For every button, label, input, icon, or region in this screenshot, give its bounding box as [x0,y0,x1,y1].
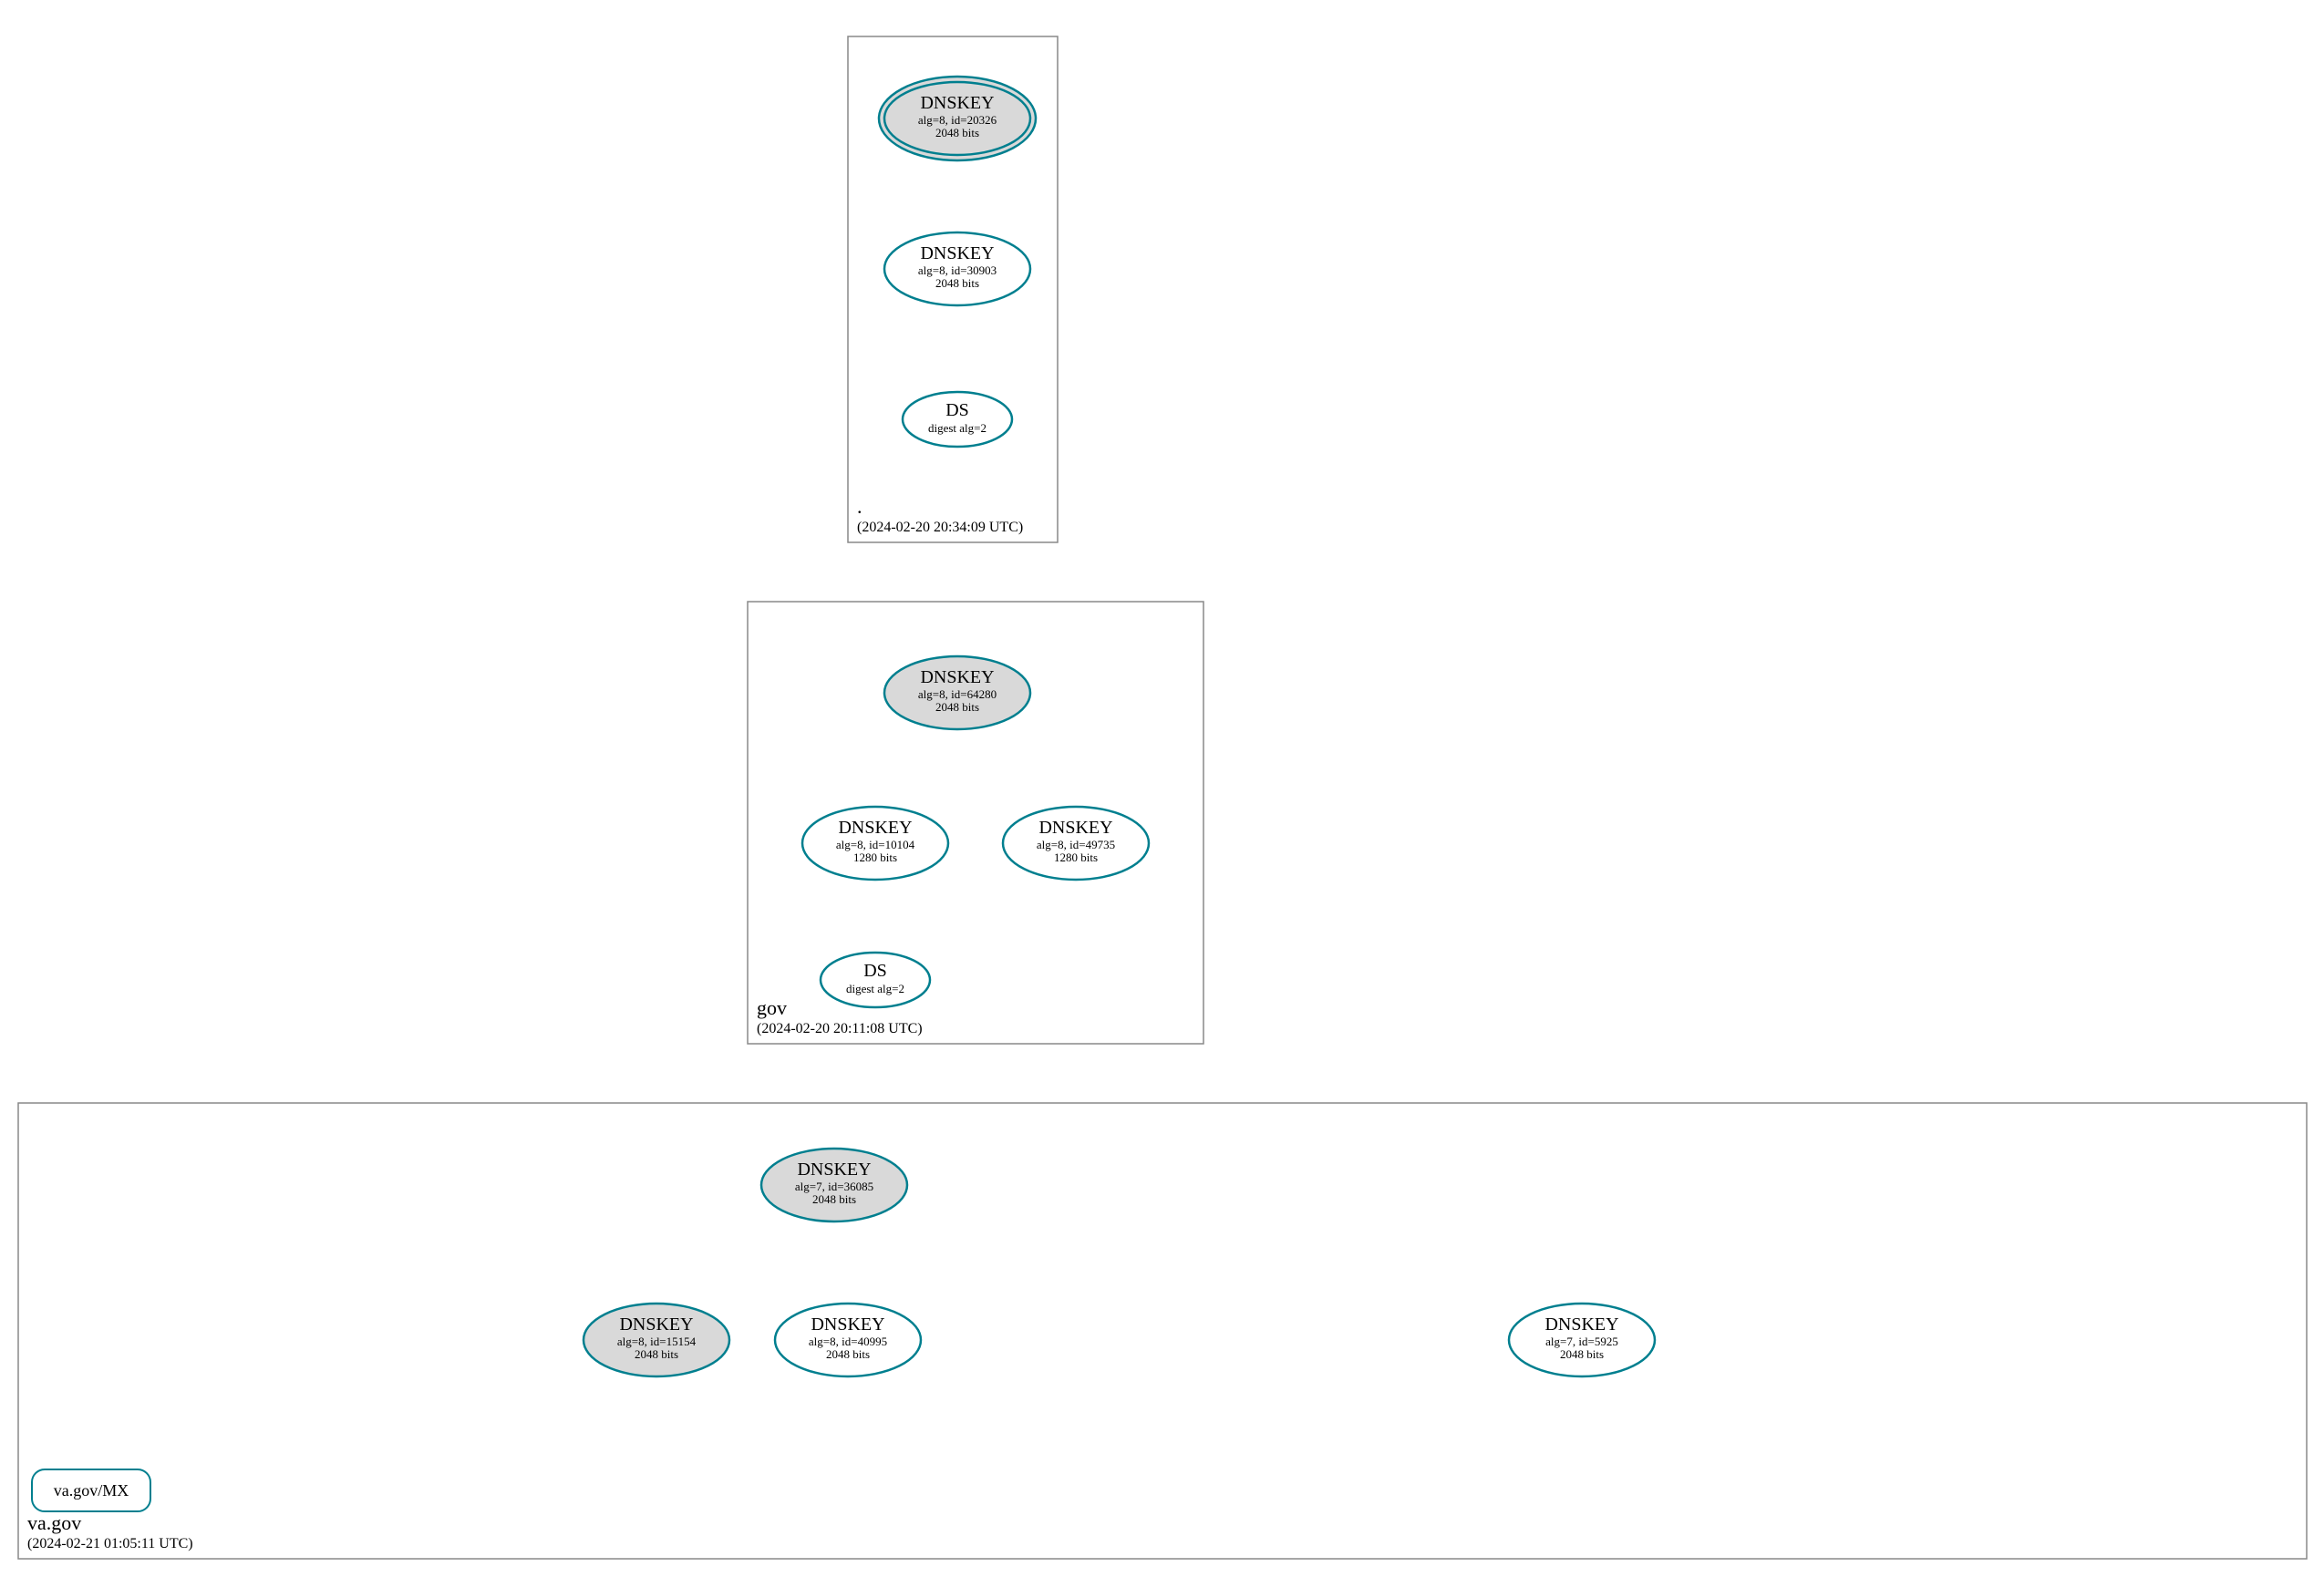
node-line2: alg=8, id=15154 [617,1335,697,1348]
node-line2: alg=7, id=36085 [795,1180,873,1193]
node-line2: alg=7, id=5925 [1545,1335,1618,1348]
node-line3: 2048 bits [635,1347,678,1361]
node-title: DS [863,961,887,981]
node-line3: 2048 bits [826,1347,870,1361]
zone-ts-gov: (2024-02-20 20:11:08 UTC) [757,1021,923,1036]
node-va_ksk[interactable]: DNSKEYalg=7, id=360852048 bits [761,1149,907,1221]
node-line2: digest alg=2 [846,982,904,995]
node-line3: 2048 bits [935,276,979,290]
node-title: DNSKEY [797,1160,871,1180]
node-line3: 2048 bits [935,126,979,139]
node-va_k15154[interactable]: DNSKEYalg=8, id=151542048 bits [584,1304,729,1376]
node-line2: alg=8, id=64280 [918,687,997,701]
zone-label-gov: gov [757,996,787,1019]
node-title: DNSKEY [1038,818,1112,838]
node-title: DNSKEY [920,93,994,113]
node-title: DNSKEY [811,1314,884,1335]
node-root_zsk[interactable]: DNSKEYalg=8, id=309032048 bits [884,232,1030,305]
node-title: DNSKEY [920,667,994,687]
node-line2: alg=8, id=40995 [809,1335,887,1348]
node-line2: alg=8, id=20326 [918,113,997,127]
dnssec-graph: DNSKEYalg=8, id=203262048 bitsDNSKEYalg=… [0,0,2324,1577]
zone-label-vagov: va.gov [27,1511,81,1534]
node-gov_zsk2[interactable]: DNSKEYalg=8, id=497351280 bits [1003,807,1149,880]
node-title: DNSKEY [1544,1314,1618,1335]
node-gov_ksk[interactable]: DNSKEYalg=8, id=642802048 bits [884,656,1030,729]
node-line2: alg=8, id=49735 [1037,838,1115,851]
node-line3: 2048 bits [1560,1347,1604,1361]
node-root_ds[interactable]: DSdigest alg=2 [903,392,1012,447]
node-line3: 1280 bits [1054,850,1098,864]
node-title: DNSKEY [838,818,912,838]
zone-ts-vagov: (2024-02-21 01:05:11 UTC) [27,1536,193,1551]
node-line2: alg=8, id=30903 [918,263,997,277]
node-line3: 1280 bits [853,850,897,864]
node-line3: 2048 bits [935,700,979,714]
node-line2: alg=8, id=10104 [836,838,915,851]
node-title: DNSKEY [619,1314,693,1335]
node-gov_zsk1[interactable]: DNSKEYalg=8, id=101041280 bits [802,807,948,880]
node-line2: digest alg=2 [928,421,986,435]
node-line3: 2048 bits [812,1192,856,1206]
zone-label-root: . [857,495,862,518]
node-va_k5925[interactable]: DNSKEYalg=7, id=59252048 bits [1509,1304,1655,1376]
node-va_k40995[interactable]: DNSKEYalg=8, id=409952048 bits [775,1304,921,1376]
node-gov_ds[interactable]: DSdigest alg=2 [821,953,930,1007]
rrset-label: va.gov/MX [54,1481,129,1500]
rrset-rr0[interactable]: va.gov/MX [32,1469,150,1511]
node-root_ksk[interactable]: DNSKEYalg=8, id=203262048 bits [879,77,1036,160]
node-title: DNSKEY [920,243,994,263]
node-title: DS [945,400,969,420]
zone-vagov [18,1103,2307,1559]
zone-ts-root: (2024-02-20 20:34:09 UTC) [857,520,1023,535]
